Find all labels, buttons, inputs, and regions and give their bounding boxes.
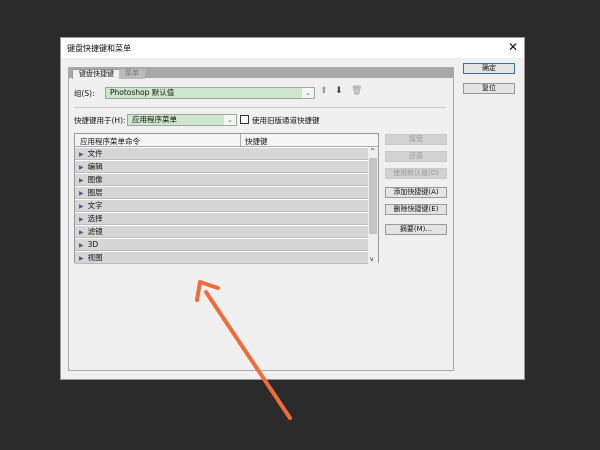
annotation-arrow [195, 280, 292, 420]
